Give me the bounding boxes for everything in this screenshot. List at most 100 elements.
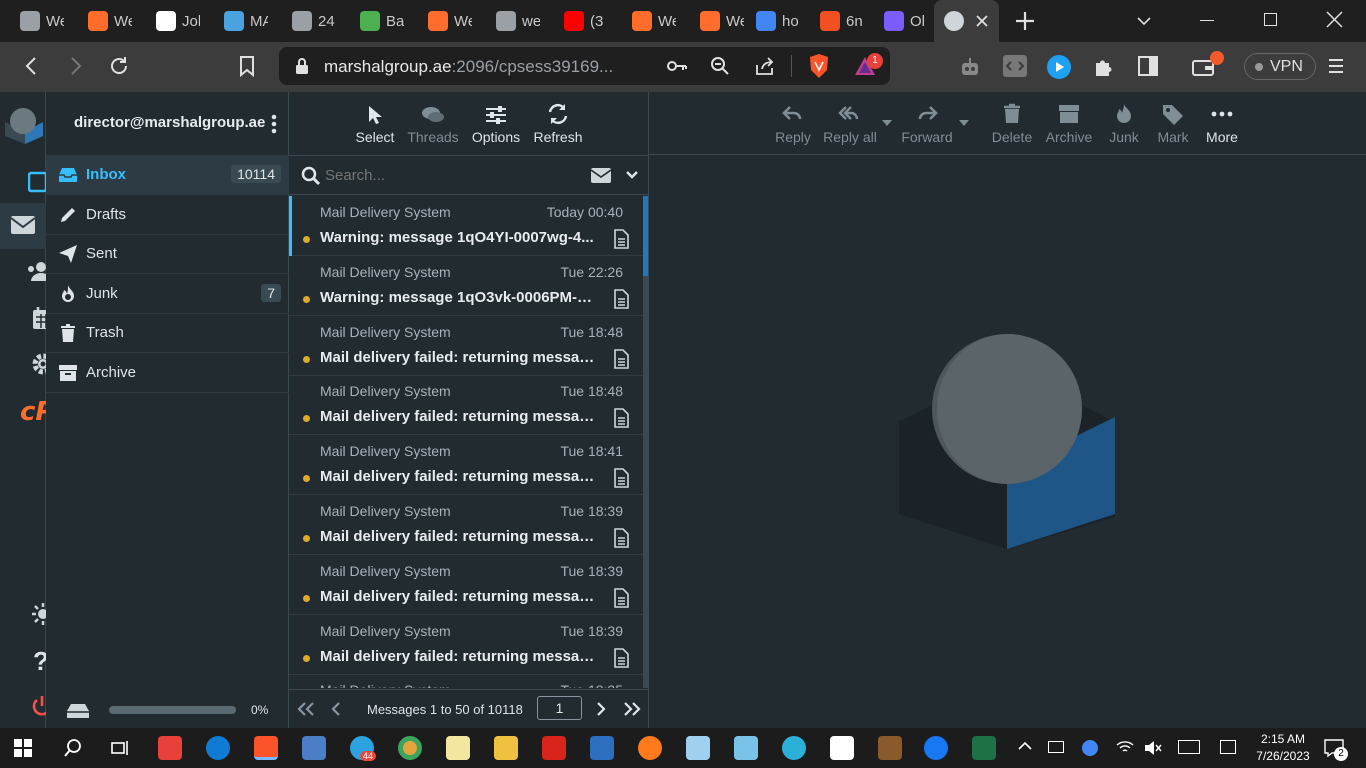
folder-trash[interactable]: Trash (46, 313, 289, 354)
brave-app-icon[interactable] (254, 736, 278, 760)
message-row[interactable]: Mail Delivery System Tue 18:48 Mail delive… (289, 375, 643, 436)
windows-start-icon[interactable] (14, 739, 32, 757)
prev-page-icon[interactable] (331, 702, 341, 716)
refresh-button[interactable]: Refresh (532, 92, 584, 154)
anydesk-app-icon[interactable] (158, 736, 182, 760)
key-icon[interactable] (667, 57, 687, 75)
search-taskbar-icon[interactable] (63, 738, 83, 758)
tray-overflow-icon[interactable] (1018, 741, 1032, 751)
browser-tab[interactable]: we (486, 0, 554, 42)
message-row[interactable]: Mail Delivery System Today 00:40 Warning: … (289, 196, 643, 256)
brave-shields-icon[interactable] (807, 53, 831, 79)
bookmark-icon[interactable] (238, 55, 256, 77)
first-page-icon[interactable] (297, 702, 315, 716)
browser-tab[interactable]: Jol (146, 0, 214, 42)
game-app-icon[interactable] (878, 736, 902, 760)
close-window-button[interactable] (1326, 11, 1343, 28)
options-button[interactable]: Options (470, 92, 522, 154)
browser-tab[interactable]: Ol (874, 0, 942, 42)
keyboard-icon[interactable] (1178, 740, 1200, 754)
address-bar[interactable]: marshalgroup.ae:2096/cpsess39169... 1 (279, 47, 890, 85)
video-extension-icon[interactable] (1047, 55, 1071, 79)
browser-tab[interactable]: We (622, 0, 690, 42)
dropdown-caret-icon[interactable] (959, 120, 969, 126)
folder-inbox[interactable]: Inbox 10114 (46, 155, 289, 195)
new-tab-button[interactable] (1013, 9, 1037, 33)
capcut-app-icon[interactable] (830, 736, 854, 760)
page-number-input[interactable]: 1 (537, 696, 582, 720)
more-button[interactable]: More (1187, 92, 1257, 154)
browser-tab[interactable]: ho (746, 0, 814, 42)
browser-tab[interactable]: We (418, 0, 486, 42)
compose-icon[interactable] (28, 171, 48, 193)
zoom-icon[interactable] (710, 56, 730, 76)
file-explorer-app-icon[interactable] (494, 736, 518, 760)
reply-all-button[interactable]: Reply all (815, 92, 885, 154)
message-row[interactable]: Mail Delivery System Tue 18:39 Mail delive… (289, 615, 643, 675)
clock-time[interactable]: 2:15 AM (1258, 732, 1308, 746)
browser-tab[interactable]: 6n (810, 0, 878, 42)
browser-tab[interactable]: MA (214, 0, 282, 42)
sidebar-toggle-icon[interactable] (1138, 56, 1158, 76)
folder-sent[interactable]: Sent (46, 234, 289, 275)
chrome-app-icon[interactable] (398, 736, 422, 760)
excel-app-icon[interactable] (972, 736, 996, 760)
network-app-icon[interactable] (302, 736, 326, 760)
message-list-scrollbar[interactable] (643, 196, 648, 688)
back-icon[interactable] (22, 56, 42, 76)
browser-tab[interactable]: We (10, 0, 78, 42)
mail-nav-item[interactable] (0, 203, 46, 249)
browser-tab[interactable]: 24 (282, 0, 350, 42)
share-icon[interactable] (754, 56, 776, 76)
mail-app-icon[interactable] (686, 736, 710, 760)
input-method-icon[interactable] (1220, 740, 1236, 754)
threads-button[interactable]: Threads (407, 92, 459, 154)
folder-archive[interactable]: Archive (46, 353, 289, 393)
search-options-chevron-icon[interactable] (626, 170, 638, 180)
code-extension-icon[interactable] (1003, 55, 1027, 77)
vpn-button[interactable]: VPN (1244, 53, 1316, 80)
volume-muted-icon[interactable] (1144, 740, 1162, 756)
browser-tab[interactable]: (3 (554, 0, 622, 42)
extensions-puzzle-icon[interactable] (1092, 55, 1116, 79)
dropdown-caret-icon[interactable] (882, 120, 892, 126)
store-app-icon[interactable] (590, 736, 614, 760)
maximize-button[interactable] (1264, 13, 1277, 26)
task-view-icon[interactable] (110, 739, 130, 757)
minimize-button[interactable] (1200, 20, 1214, 21)
reload-icon[interactable] (108, 55, 130, 77)
wifi-icon[interactable] (1116, 739, 1134, 755)
last-page-icon[interactable] (623, 702, 641, 716)
forward-button[interactable]: Forward (892, 92, 962, 154)
tab-search-icon[interactable] (1135, 12, 1153, 30)
search-scope-mail-icon[interactable] (591, 168, 611, 183)
search-input[interactable] (325, 162, 575, 188)
browser-tab[interactable]: Ba (350, 0, 418, 42)
select-button[interactable]: Select (355, 92, 395, 154)
menu-icon[interactable] (1327, 57, 1345, 75)
close-tab-icon[interactable] (976, 15, 988, 27)
account-menu-icon[interactable] (271, 114, 277, 134)
wps-office-app-icon[interactable] (542, 736, 566, 760)
battery-icon[interactable] (1048, 741, 1064, 753)
feather-app-icon[interactable] (734, 736, 758, 760)
canva-app-icon[interactable] (782, 736, 806, 760)
next-page-icon[interactable] (596, 702, 606, 716)
message-row[interactable]: Mail Delivery System Tue 18:41 Mail delive… (289, 435, 643, 496)
folder-drafts[interactable]: Drafts (46, 195, 289, 235)
message-row[interactable]: Mail Delivery System Tue 18:39 Mail delive… (289, 495, 643, 555)
url-text[interactable]: marshalgroup.ae:2096/cpsess39169... (324, 57, 613, 77)
browser-tab[interactable]: We (78, 0, 146, 42)
robot-extension-icon[interactable] (959, 56, 981, 78)
clock-date[interactable]: 7/26/2023 (1250, 749, 1316, 763)
notepad-plus-app-icon[interactable] (446, 736, 470, 760)
firefox-app-icon[interactable] (638, 736, 662, 760)
lock-icon[interactable] (295, 57, 309, 75)
tray-app-icon[interactable] (1082, 740, 1098, 756)
message-row[interactable]: Mail Delivery System Tue 18:35 (289, 674, 643, 688)
active-browser-tab[interactable] (934, 0, 999, 42)
message-row[interactable]: Mail Delivery System Tue 18:48 Mail delive… (289, 316, 643, 376)
facebook-app-icon[interactable] (924, 736, 948, 760)
message-row[interactable]: Mail Delivery System Tue 18:39 Mail delive… (289, 555, 643, 615)
forward-icon[interactable] (65, 56, 85, 76)
